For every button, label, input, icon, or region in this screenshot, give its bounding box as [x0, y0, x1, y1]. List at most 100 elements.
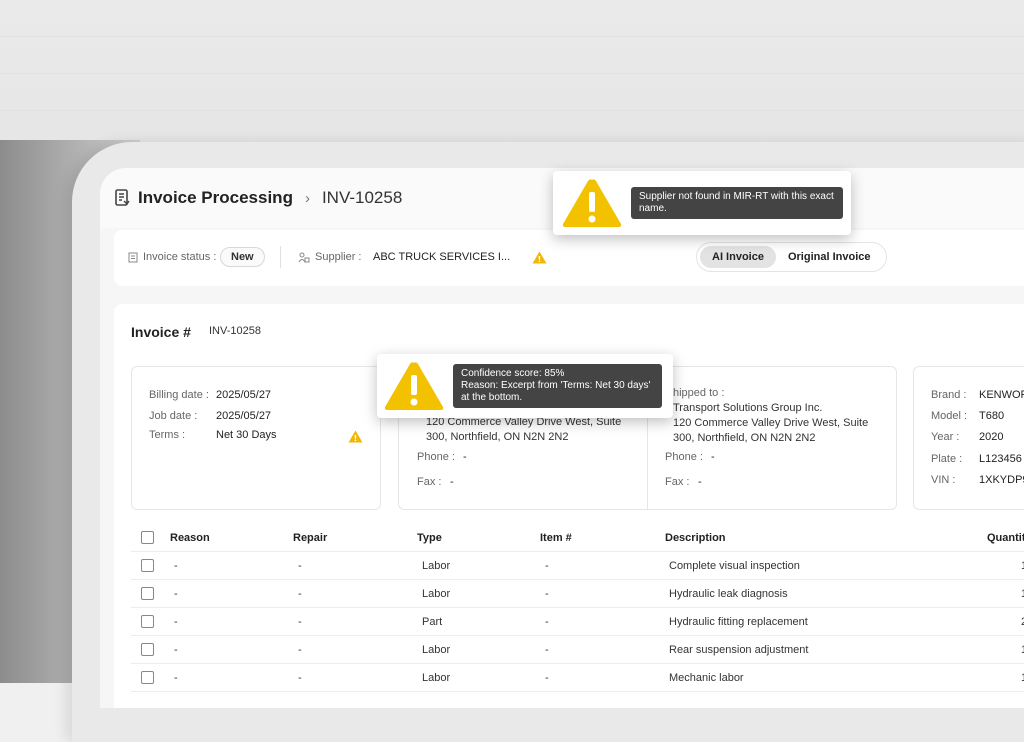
bill-to-phone-label: Phone :: [417, 451, 455, 463]
year-row: Year : 2020: [931, 431, 1003, 443]
job-date-value: 2025/05/27: [216, 410, 272, 422]
row-checkbox[interactable]: [141, 643, 154, 656]
ship-to-name: Transport Solutions Group Inc.: [673, 402, 823, 414]
billing-date-value: 2025/05/27: [216, 389, 272, 401]
cell-type: Labor: [422, 560, 451, 572]
cell-description: Hydraulic leak diagnosis: [669, 588, 788, 600]
plate-row: Plate : L123456: [931, 453, 1022, 465]
supplier-field: Supplier :: [298, 251, 361, 263]
status-icon: [128, 252, 138, 262]
invoice-icon: [115, 189, 130, 206]
row-checkbox[interactable]: [141, 671, 154, 684]
status-bar: Invoice status : New Supplier : ABC TRUC…: [114, 230, 1024, 286]
invoice-number-label: Invoice #: [131, 324, 191, 340]
cell-item: -: [545, 560, 549, 572]
page-title[interactable]: Invoice Processing: [138, 188, 293, 208]
ship-to-fax-row: Fax : -: [665, 476, 702, 488]
ship-to-address-line1: 120 Commerce Valley Drive West, Suite: [673, 417, 869, 429]
brand-label: Brand :: [931, 389, 967, 401]
table-row[interactable]: - - Labor - Hydraulic leak diagnosis 1: [131, 580, 1024, 608]
cell-description: Complete visual inspection: [669, 560, 800, 572]
table-row[interactable]: - - Part - Hydraulic fitting replacement…: [131, 608, 1024, 636]
table-row[interactable]: - - Labor - Complete visual inspection 1: [131, 552, 1024, 580]
invoice-view-toggle: AI Invoice Original Invoice: [696, 242, 887, 272]
job-date-label: Job date :: [149, 410, 198, 422]
ship-to-fax-value: -: [698, 476, 702, 488]
row-checkbox[interactable]: [141, 559, 154, 572]
cell-repair: -: [298, 560, 302, 572]
job-date-row: Job date : 2025/05/27: [149, 410, 271, 422]
column-header-description[interactable]: Description: [665, 532, 726, 544]
supplier-value[interactable]: ABC TRUCK SERVICES I...: [373, 251, 510, 263]
svg-text:!: !: [538, 255, 542, 264]
bill-to-fax-row: Fax : -: [417, 476, 454, 488]
bill-to-fax-label: Fax :: [417, 476, 442, 488]
cell-type: Labor: [422, 672, 451, 684]
cell-repair: -: [298, 616, 302, 628]
cell-reason: -: [174, 644, 178, 656]
dates-panel: Billing date : 2025/05/27 Job date : 202…: [131, 366, 381, 510]
confidence-score: Confidence score: 85%: [461, 368, 565, 379]
table-header: Reason Repair Type Item # Description Qu…: [131, 524, 1024, 552]
ship-to-address: hipped to : Transport Solutions Group In…: [673, 386, 868, 446]
cell-item: -: [545, 644, 549, 656]
breadcrumb-invoice-id: INV-10258: [321, 188, 403, 207]
cell-type: Labor: [422, 644, 451, 656]
supplier-warning-tooltip: Supplier not found in MIR-RT with this e…: [553, 171, 851, 235]
cell-reason: -: [174, 616, 178, 628]
cell-reason: -: [174, 588, 178, 600]
supplier-icon: [298, 252, 310, 262]
vin-row: VIN : 1XKYDP9: [931, 474, 1024, 486]
cell-description: Mechanic labor: [669, 672, 744, 684]
terms-row: Terms : Net 30 Days: [149, 429, 277, 441]
select-all-checkbox[interactable]: [141, 531, 154, 544]
row-checkbox[interactable]: [141, 615, 154, 628]
bill-to-address-line2: 300, Northfield, ON N2N 2N2: [426, 431, 569, 443]
bill-to-phone-row: Phone : -: [417, 451, 467, 463]
row-checkbox[interactable]: [141, 587, 154, 600]
column-header-item[interactable]: Item #: [540, 532, 572, 544]
cell-reason: -: [174, 672, 178, 684]
vin-value: 1XKYDP9: [979, 474, 1024, 486]
tab-ai-invoice[interactable]: AI Invoice: [700, 246, 776, 268]
confidence-reason-cont: at the bottom.: [461, 392, 523, 403]
terms-value: Net 30 Days: [216, 429, 277, 441]
cell-description: Hydraulic fitting replacement: [669, 616, 808, 628]
cell-type: Labor: [422, 588, 451, 600]
line-items-table: Reason Repair Type Item # Description Qu…: [131, 524, 1024, 692]
cell-repair: -: [298, 588, 302, 600]
plate-label: Plate :: [931, 453, 963, 465]
svg-text:!: !: [354, 434, 358, 443]
cell-reason: -: [174, 560, 178, 572]
ship-to-panel: hipped to : Transport Solutions Group In…: [647, 366, 897, 510]
ship-to-phone-row: Phone : -: [665, 451, 715, 463]
terms-warning-icon[interactable]: !: [348, 430, 363, 448]
table-row[interactable]: - - Labor - Rear suspension adjustment 1: [131, 636, 1024, 664]
warning-icon: [562, 179, 622, 227]
ship-to-address-line2: 300, Northfield, ON N2N 2N2: [673, 432, 816, 444]
table-row[interactable]: - - Labor - Mechanic labor 1: [131, 664, 1024, 692]
divider: [280, 246, 281, 268]
tab-original-invoice[interactable]: Original Invoice: [776, 246, 883, 268]
cell-item: -: [545, 616, 549, 628]
supplier-tooltip-text: Supplier not found in MIR-RT with this e…: [631, 187, 843, 219]
ship-to-phone-value: -: [711, 451, 715, 463]
breadcrumb: Invoice Processing › INV-10258: [114, 188, 402, 208]
plate-value: L123456: [979, 453, 1022, 465]
vin-label: VIN :: [931, 474, 956, 486]
status-badge: New: [220, 247, 265, 267]
ship-to-label: hipped to :: [673, 387, 725, 399]
cell-description: Rear suspension adjustment: [669, 644, 809, 656]
model-label: Model :: [931, 410, 968, 422]
supplier-warning-icon[interactable]: !: [532, 251, 547, 267]
column-header-quantity[interactable]: Quantit: [987, 532, 1024, 544]
ship-to-fax-label: Fax :: [665, 476, 690, 488]
model-value: T680: [979, 410, 1005, 422]
column-header-reason[interactable]: Reason: [170, 532, 210, 544]
app-screen: Invoice Processing › INV-10258 Invoice s…: [100, 168, 1024, 708]
column-header-repair[interactable]: Repair: [293, 532, 327, 544]
model-row: Model : T680: [931, 410, 1004, 422]
invoice-status: Invoice status :: [128, 251, 216, 263]
column-header-type[interactable]: Type: [417, 532, 442, 544]
confidence-reason: Reason: Excerpt from 'Terms: Net 30 days…: [461, 380, 651, 391]
